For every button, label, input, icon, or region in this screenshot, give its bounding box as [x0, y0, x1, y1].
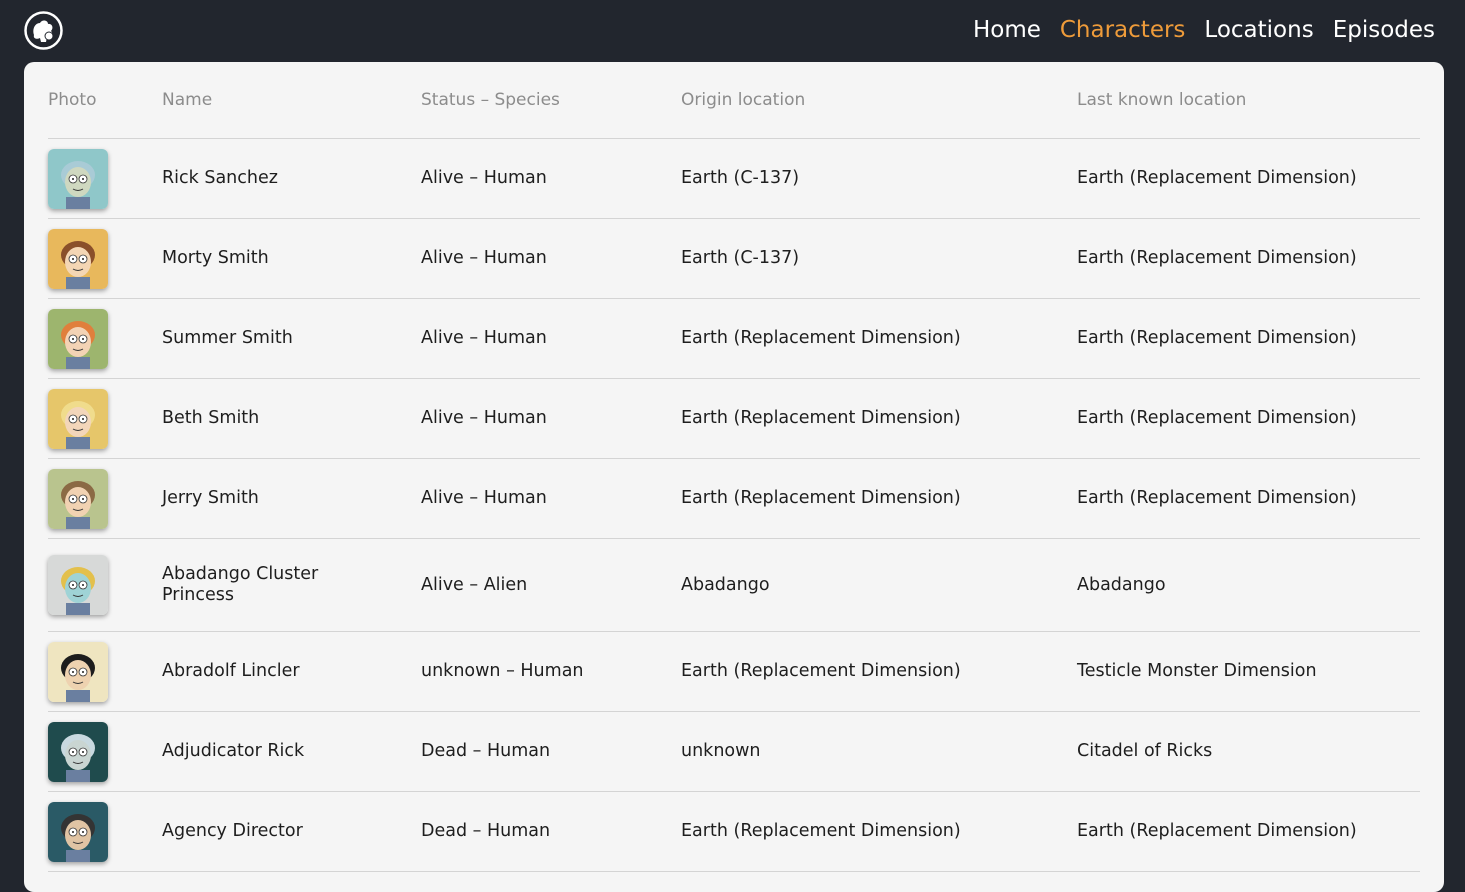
origin-location: Earth (Replacement Dimension) [681, 488, 961, 508]
table-row[interactable]: Agency Director Dead – Human Earth (Repl… [48, 792, 1420, 872]
origin-location: Earth (C-137) [681, 168, 800, 188]
character-name[interactable]: Morty Smith [162, 248, 421, 269]
character-photo[interactable] [48, 641, 108, 702]
last-known-location: Earth (Replacement Dimension) [1077, 821, 1357, 841]
header-photo: Photo [48, 90, 97, 110]
character-photo[interactable] [48, 801, 108, 862]
main-nav: Home Characters Locations Episodes [973, 14, 1435, 46]
status-species: Alive – Human [421, 408, 547, 428]
last-known-location: Earth (Replacement Dimension) [1077, 408, 1357, 428]
rick-logo-icon[interactable] [24, 11, 63, 50]
status-species: Alive – Alien [421, 574, 528, 595]
last-known-location: Testicle Monster Dimension [1077, 661, 1317, 681]
table-row[interactable]: Morty Smith Alive – Human Earth (C-137) … [48, 219, 1420, 299]
origin-location: unknown [681, 741, 761, 761]
header-origin: Origin location [681, 90, 806, 110]
last-known-location: Citadel of Ricks [1077, 741, 1213, 761]
status-species: Alive – Human [421, 328, 547, 348]
nav-locations[interactable]: Locations [1204, 14, 1313, 46]
character-name[interactable]: Abadango Cluster Princess [162, 564, 421, 606]
character-name[interactable]: Beth Smith [162, 408, 421, 429]
status-species: unknown – Human [421, 661, 584, 681]
last-known-location: Earth (Replacement Dimension) [1077, 248, 1357, 268]
top-navbar: Home Characters Locations Episodes [0, 0, 1465, 62]
table-row[interactable]: Abadango Cluster Princess Alive – Alien … [48, 539, 1420, 632]
table-row[interactable]: Jerry Smith Alive – Human Earth (Replace… [48, 459, 1420, 539]
last-known-location: Abadango [1077, 574, 1166, 595]
origin-location: Earth (Replacement Dimension) [681, 661, 961, 681]
last-known-location: Earth (Replacement Dimension) [1077, 488, 1357, 508]
last-known-location: Earth (Replacement Dimension) [1077, 168, 1357, 188]
characters-card: Photo Name Status – Species Origin locat… [24, 62, 1444, 892]
character-name[interactable]: Agency Director [162, 821, 421, 842]
status-species: Alive – Human [421, 168, 547, 188]
status-species: Dead – Human [421, 741, 551, 761]
character-name[interactable]: Abradolf Lincler [162, 661, 421, 682]
character-name[interactable]: Adjudicator Rick [162, 741, 421, 762]
character-photo[interactable] [48, 721, 108, 782]
character-photo[interactable] [48, 228, 108, 289]
origin-location: Earth (Replacement Dimension) [681, 408, 961, 428]
character-photo[interactable] [48, 388, 108, 449]
table-row[interactable]: Beth Smith Alive – Human Earth (Replacem… [48, 379, 1420, 459]
table-row[interactable]: Summer Smith Alive – Human Earth (Replac… [48, 299, 1420, 379]
header-name: Name [162, 90, 213, 110]
origin-location: Earth (Replacement Dimension) [681, 328, 961, 348]
table-header: Photo Name Status – Species Origin locat… [48, 62, 1420, 139]
last-known-location: Earth (Replacement Dimension) [1077, 328, 1357, 348]
origin-location: Abadango [681, 574, 770, 595]
character-photo[interactable] [48, 468, 108, 529]
characters-table: Photo Name Status – Species Origin locat… [48, 62, 1420, 872]
character-name[interactable]: Rick Sanchez [162, 168, 421, 189]
table-row[interactable]: Adjudicator Rick Dead – Human unknown Ci… [48, 712, 1420, 792]
character-photo[interactable] [48, 555, 108, 615]
nav-home[interactable]: Home [973, 14, 1041, 46]
status-species: Alive – Human [421, 248, 547, 268]
origin-location: Earth (Replacement Dimension) [681, 821, 961, 841]
status-species: Alive – Human [421, 488, 547, 508]
header-status-species: Status – Species [421, 90, 560, 110]
character-photo[interactable] [48, 148, 108, 209]
character-photo[interactable] [48, 308, 108, 369]
nav-characters[interactable]: Characters [1060, 14, 1186, 46]
table-row[interactable]: Rick Sanchez Alive – Human Earth (C-137)… [48, 139, 1420, 219]
nav-episodes[interactable]: Episodes [1333, 14, 1435, 46]
table-row[interactable]: Abradolf Lincler unknown – Human Earth (… [48, 632, 1420, 712]
character-name[interactable]: Summer Smith [162, 328, 421, 349]
status-species: Dead – Human [421, 821, 551, 841]
origin-location: Earth (C-137) [681, 248, 800, 268]
character-name[interactable]: Jerry Smith [162, 488, 421, 509]
header-last-known: Last known location [1077, 90, 1247, 110]
